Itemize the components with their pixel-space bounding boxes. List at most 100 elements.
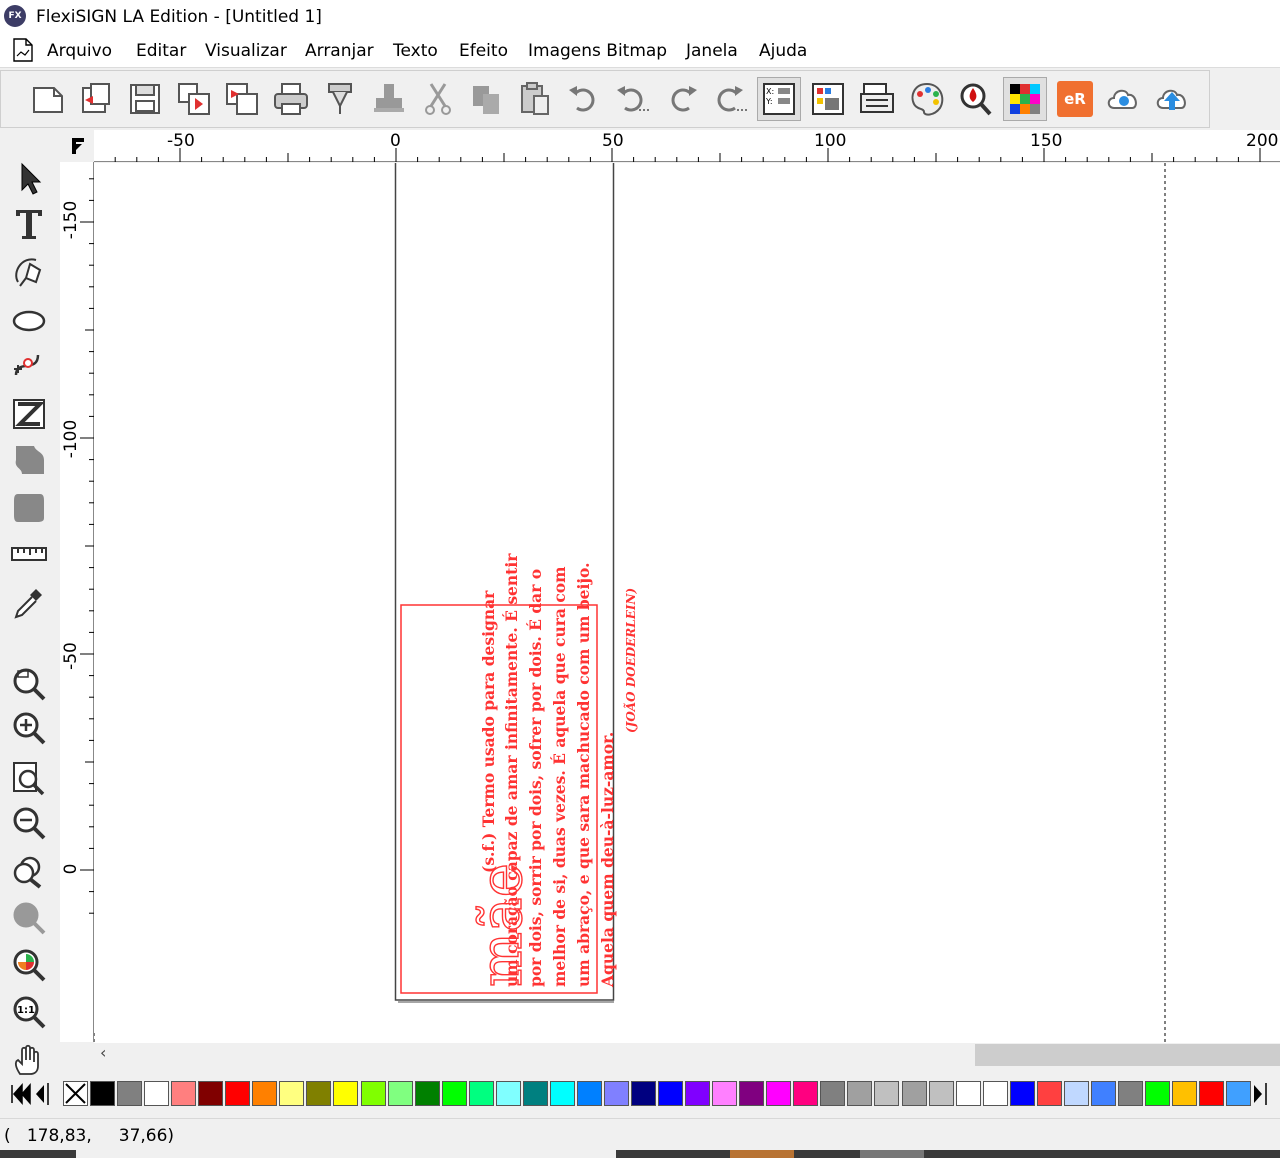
- cut-icon[interactable]: [416, 77, 460, 121]
- color-picker-zoom-icon[interactable]: [953, 77, 997, 121]
- color-swatch[interactable]: [252, 1081, 277, 1106]
- color-swatch[interactable]: [171, 1081, 196, 1106]
- menu-editar[interactable]: Editar: [136, 41, 186, 61]
- color-swatch[interactable]: [929, 1081, 954, 1106]
- copy-icon[interactable]: [464, 77, 508, 121]
- enroute-icon[interactable]: eR: [1053, 77, 1097, 121]
- measure-ruler-icon[interactable]: [6, 531, 52, 575]
- paste-icon[interactable]: [513, 77, 557, 121]
- menu-janela[interactable]: Janela: [686, 41, 738, 61]
- production-manager-icon[interactable]: [855, 77, 899, 121]
- color-table-icon[interactable]: [806, 77, 850, 121]
- vertical-ruler[interactable]: -150 -100 -50 0: [60, 162, 94, 1042]
- palette-next-icon[interactable]: [1248, 1081, 1280, 1107]
- color-swatch[interactable]: [415, 1081, 440, 1106]
- shape-tool-icon[interactable]: [6, 485, 52, 529]
- color-swatch[interactable]: [1037, 1081, 1062, 1106]
- menu-arquivo[interactable]: Arquivo: [47, 41, 112, 61]
- color-swatch[interactable]: [956, 1081, 981, 1106]
- color-swatch[interactable]: [631, 1081, 656, 1106]
- color-swatch[interactable]: [793, 1081, 818, 1106]
- color-swatch[interactable]: [983, 1081, 1008, 1106]
- menu-efeito[interactable]: Efeito: [459, 41, 508, 61]
- color-swatch[interactable]: [361, 1081, 386, 1106]
- color-swatch[interactable]: [766, 1081, 791, 1106]
- position-size-icon[interactable]: X: Y:: [757, 77, 801, 121]
- zoom-page-icon[interactable]: [6, 756, 52, 800]
- color-separation-icon[interactable]: [1003, 77, 1047, 121]
- menu-imagens-bitmap[interactable]: Imagens Bitmap: [528, 41, 667, 61]
- bezier-pen-icon[interactable]: [6, 249, 52, 293]
- color-swatch[interactable]: [712, 1081, 737, 1106]
- horizontal-ruler[interactable]: -50 0 50 100 150 200: [94, 130, 1280, 162]
- document-icon[interactable]: [12, 38, 34, 62]
- zoom-selection-icon[interactable]: [6, 943, 52, 987]
- color-swatch[interactable]: [1064, 1081, 1089, 1106]
- cloud-connect-icon[interactable]: [1101, 77, 1145, 121]
- menu-arranjar[interactable]: Arranjar: [305, 41, 374, 61]
- ellipse-tool-icon[interactable]: [6, 296, 52, 340]
- color-swatch[interactable]: [1010, 1081, 1035, 1106]
- color-swatch[interactable]: [198, 1081, 223, 1106]
- zoom-tool-icon[interactable]: [6, 662, 52, 706]
- stamp-icon[interactable]: [367, 77, 411, 121]
- color-swatch[interactable]: [388, 1081, 413, 1106]
- zoom-out-icon[interactable]: [6, 801, 52, 845]
- color-swatch[interactable]: [1145, 1081, 1170, 1106]
- menu-ajuda[interactable]: Ajuda: [759, 41, 807, 61]
- new-document-icon[interactable]: [26, 77, 70, 121]
- text-tool-icon[interactable]: [6, 201, 52, 245]
- distort-tool-icon[interactable]: [6, 391, 52, 435]
- color-swatch[interactable]: [144, 1081, 169, 1106]
- scrollbar-thumb[interactable]: [975, 1044, 1280, 1066]
- color-swatch[interactable]: [874, 1081, 899, 1106]
- no-color-swatch[interactable]: [63, 1081, 88, 1106]
- export-icon[interactable]: [220, 77, 264, 121]
- color-swatch[interactable]: [333, 1081, 358, 1106]
- color-swatch[interactable]: [739, 1081, 764, 1106]
- print-icon[interactable]: [269, 77, 313, 121]
- node-edit-icon[interactable]: [6, 342, 52, 386]
- color-swatch[interactable]: [1091, 1081, 1116, 1106]
- color-swatch[interactable]: [902, 1081, 927, 1106]
- color-swatch[interactable]: [279, 1081, 304, 1106]
- color-swatch[interactable]: [90, 1081, 115, 1106]
- zoom-actual-icon[interactable]: 1:1: [6, 990, 52, 1034]
- color-swatch[interactable]: [225, 1081, 250, 1106]
- blob-shape-icon[interactable]: [6, 437, 52, 481]
- color-swatch[interactable]: [685, 1081, 710, 1106]
- color-swatch[interactable]: [496, 1081, 521, 1106]
- zoom-previous-icon[interactable]: [6, 896, 52, 940]
- color-swatch[interactable]: [604, 1081, 629, 1106]
- color-swatch[interactable]: [847, 1081, 872, 1106]
- color-swatch[interactable]: [469, 1081, 494, 1106]
- scroll-left-arrow-icon[interactable]: ‹: [100, 1043, 118, 1065]
- undo-list-icon[interactable]: [610, 77, 654, 121]
- color-palette-icon[interactable]: [905, 77, 949, 121]
- ruler-origin-icon[interactable]: [60, 130, 94, 162]
- open-icon[interactable]: [74, 77, 118, 121]
- color-swatch[interactable]: [523, 1081, 548, 1106]
- color-swatch[interactable]: [442, 1081, 467, 1106]
- undo-icon[interactable]: [562, 77, 606, 121]
- color-swatch[interactable]: [658, 1081, 683, 1106]
- drawing-canvas[interactable]: mãe (s.f.) Termo usado para designar um …: [94, 163, 1280, 1043]
- menu-texto[interactable]: Texto: [393, 41, 438, 61]
- color-swatch[interactable]: [1118, 1081, 1143, 1106]
- color-swatch[interactable]: [117, 1081, 142, 1106]
- cloud-upload-icon[interactable]: [1150, 77, 1194, 121]
- import-icon[interactable]: [172, 77, 216, 121]
- color-swatch[interactable]: [577, 1081, 602, 1106]
- select-arrow-icon[interactable]: [6, 157, 52, 201]
- color-swatch[interactable]: [1172, 1081, 1197, 1106]
- palette-first-icon[interactable]: [8, 1081, 62, 1107]
- redo-list-icon[interactable]: [708, 77, 752, 121]
- color-swatch[interactable]: [550, 1081, 575, 1106]
- zoom-in-icon[interactable]: [6, 706, 52, 750]
- color-swatch[interactable]: [1199, 1081, 1224, 1106]
- save-icon[interactable]: [123, 77, 167, 121]
- zoom-all-icon[interactable]: [6, 850, 52, 894]
- color-swatch[interactable]: [306, 1081, 331, 1106]
- redo-icon[interactable]: [660, 77, 704, 121]
- menu-visualizar[interactable]: Visualizar: [205, 41, 287, 61]
